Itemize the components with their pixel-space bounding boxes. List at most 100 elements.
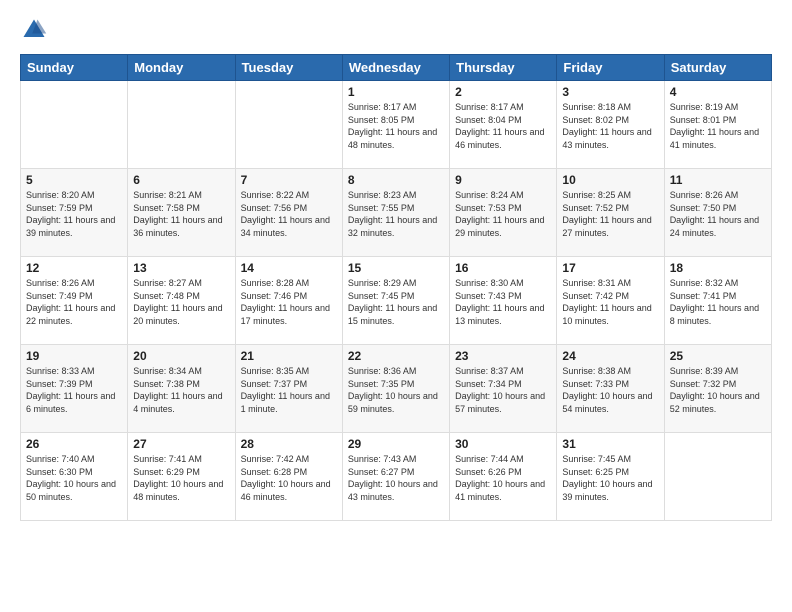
day-number: 8 [348, 173, 444, 187]
day-info: Sunrise: 7:45 AM Sunset: 6:25 PM Dayligh… [562, 453, 658, 503]
calendar-cell: 19 Sunrise: 8:33 AM Sunset: 7:39 PM Dayli… [21, 345, 128, 433]
weekday-header-tuesday: Tuesday [235, 55, 342, 81]
calendar-cell: 30 Sunrise: 7:44 AM Sunset: 6:26 PM Dayli… [450, 433, 557, 521]
calendar-cell: 11 Sunrise: 8:26 AM Sunset: 7:50 PM Dayli… [664, 169, 771, 257]
calendar-cell: 27 Sunrise: 7:41 AM Sunset: 6:29 PM Dayli… [128, 433, 235, 521]
week-row-1: 1 Sunrise: 8:17 AM Sunset: 8:05 PM Daylig… [21, 81, 772, 169]
day-info: Sunrise: 8:29 AM Sunset: 7:45 PM Dayligh… [348, 277, 444, 327]
day-number: 12 [26, 261, 122, 275]
calendar-cell: 17 Sunrise: 8:31 AM Sunset: 7:42 PM Dayli… [557, 257, 664, 345]
weekday-header-wednesday: Wednesday [342, 55, 449, 81]
day-info: Sunrise: 8:27 AM Sunset: 7:48 PM Dayligh… [133, 277, 229, 327]
day-number: 9 [455, 173, 551, 187]
calendar-cell: 2 Sunrise: 8:17 AM Sunset: 8:04 PM Daylig… [450, 81, 557, 169]
calendar-cell [128, 81, 235, 169]
day-info: Sunrise: 7:44 AM Sunset: 6:26 PM Dayligh… [455, 453, 551, 503]
day-number: 7 [241, 173, 337, 187]
day-number: 28 [241, 437, 337, 451]
day-info: Sunrise: 8:39 AM Sunset: 7:32 PM Dayligh… [670, 365, 766, 415]
weekday-header-saturday: Saturday [664, 55, 771, 81]
day-number: 29 [348, 437, 444, 451]
day-info: Sunrise: 8:20 AM Sunset: 7:59 PM Dayligh… [26, 189, 122, 239]
week-row-3: 12 Sunrise: 8:26 AM Sunset: 7:49 PM Dayli… [21, 257, 772, 345]
day-number: 15 [348, 261, 444, 275]
day-number: 3 [562, 85, 658, 99]
calendar-cell: 23 Sunrise: 8:37 AM Sunset: 7:34 PM Dayli… [450, 345, 557, 433]
day-number: 5 [26, 173, 122, 187]
day-number: 25 [670, 349, 766, 363]
day-info: Sunrise: 8:17 AM Sunset: 8:05 PM Dayligh… [348, 101, 444, 151]
week-row-2: 5 Sunrise: 8:20 AM Sunset: 7:59 PM Daylig… [21, 169, 772, 257]
calendar-cell: 21 Sunrise: 8:35 AM Sunset: 7:37 PM Dayli… [235, 345, 342, 433]
day-info: Sunrise: 8:33 AM Sunset: 7:39 PM Dayligh… [26, 365, 122, 415]
calendar-cell: 26 Sunrise: 7:40 AM Sunset: 6:30 PM Dayli… [21, 433, 128, 521]
weekday-header-friday: Friday [557, 55, 664, 81]
calendar-cell: 12 Sunrise: 8:26 AM Sunset: 7:49 PM Dayli… [21, 257, 128, 345]
day-number: 19 [26, 349, 122, 363]
calendar-cell: 22 Sunrise: 8:36 AM Sunset: 7:35 PM Dayli… [342, 345, 449, 433]
day-info: Sunrise: 8:28 AM Sunset: 7:46 PM Dayligh… [241, 277, 337, 327]
calendar-cell [21, 81, 128, 169]
day-info: Sunrise: 8:36 AM Sunset: 7:35 PM Dayligh… [348, 365, 444, 415]
day-number: 30 [455, 437, 551, 451]
calendar-cell: 4 Sunrise: 8:19 AM Sunset: 8:01 PM Daylig… [664, 81, 771, 169]
day-info: Sunrise: 7:42 AM Sunset: 6:28 PM Dayligh… [241, 453, 337, 503]
calendar-cell [664, 433, 771, 521]
calendar-cell: 28 Sunrise: 7:42 AM Sunset: 6:28 PM Dayli… [235, 433, 342, 521]
page: SundayMondayTuesdayWednesdayThursdayFrid… [0, 0, 792, 612]
day-number: 18 [670, 261, 766, 275]
calendar-cell: 16 Sunrise: 8:30 AM Sunset: 7:43 PM Dayli… [450, 257, 557, 345]
day-number: 23 [455, 349, 551, 363]
calendar-cell: 29Sunrise: 7:43 AM Sunset: 6:27 PM Dayli… [342, 433, 449, 521]
day-info: Sunrise: 8:30 AM Sunset: 7:43 PM Dayligh… [455, 277, 551, 327]
day-info: Sunrise: 8:21 AM Sunset: 7:58 PM Dayligh… [133, 189, 229, 239]
day-number: 27 [133, 437, 229, 451]
calendar-cell: 31 Sunrise: 7:45 AM Sunset: 6:25 PM Dayli… [557, 433, 664, 521]
day-number: 16 [455, 261, 551, 275]
week-row-5: 26 Sunrise: 7:40 AM Sunset: 6:30 PM Dayli… [21, 433, 772, 521]
day-number: 1 [348, 85, 444, 99]
day-number: 17 [562, 261, 658, 275]
day-number: 26 [26, 437, 122, 451]
calendar-cell: 3 Sunrise: 8:18 AM Sunset: 8:02 PM Daylig… [557, 81, 664, 169]
day-info: Sunrise: 8:26 AM Sunset: 7:50 PM Dayligh… [670, 189, 766, 239]
calendar-cell: 10Sunrise: 8:25 AM Sunset: 7:52 PM Dayli… [557, 169, 664, 257]
calendar-cell: 14 Sunrise: 8:28 AM Sunset: 7:46 PM Dayli… [235, 257, 342, 345]
day-info: Sunrise: 8:38 AM Sunset: 7:33 PM Dayligh… [562, 365, 658, 415]
day-info: Sunrise: 8:31 AM Sunset: 7:42 PM Dayligh… [562, 277, 658, 327]
day-number: 10 [562, 173, 658, 187]
calendar-cell: 24 Sunrise: 8:38 AM Sunset: 7:33 PM Dayli… [557, 345, 664, 433]
day-info: Sunrise: 8:35 AM Sunset: 7:37 PM Dayligh… [241, 365, 337, 415]
calendar-cell: 1 Sunrise: 8:17 AM Sunset: 8:05 PM Daylig… [342, 81, 449, 169]
day-number: 4 [670, 85, 766, 99]
day-number: 21 [241, 349, 337, 363]
day-info: Sunrise: 8:18 AM Sunset: 8:02 PM Dayligh… [562, 101, 658, 151]
day-info: Sunrise: 8:17 AM Sunset: 8:04 PM Dayligh… [455, 101, 551, 151]
day-info: Sunrise: 8:22 AM Sunset: 7:56 PM Dayligh… [241, 189, 337, 239]
calendar: SundayMondayTuesdayWednesdayThursdayFrid… [20, 54, 772, 521]
day-info: Sunrise: 7:41 AM Sunset: 6:29 PM Dayligh… [133, 453, 229, 503]
day-number: 13 [133, 261, 229, 275]
day-info: Sunrise: 8:34 AM Sunset: 7:38 PM Dayligh… [133, 365, 229, 415]
weekday-header-monday: Monday [128, 55, 235, 81]
day-info: Sunrise: 8:24 AM Sunset: 7:53 PM Dayligh… [455, 189, 551, 239]
day-number: 11 [670, 173, 766, 187]
calendar-cell: 15 Sunrise: 8:29 AM Sunset: 7:45 PM Dayli… [342, 257, 449, 345]
day-number: 31 [562, 437, 658, 451]
logo [20, 16, 52, 44]
calendar-cell: 13 Sunrise: 8:27 AM Sunset: 7:48 PM Dayli… [128, 257, 235, 345]
calendar-cell: 18Sunrise: 8:32 AM Sunset: 7:41 PM Dayli… [664, 257, 771, 345]
day-info: Sunrise: 8:19 AM Sunset: 8:01 PM Dayligh… [670, 101, 766, 151]
calendar-cell: 7 Sunrise: 8:22 AM Sunset: 7:56 PM Daylig… [235, 169, 342, 257]
day-number: 24 [562, 349, 658, 363]
header [20, 16, 772, 44]
day-number: 14 [241, 261, 337, 275]
calendar-cell: 9 Sunrise: 8:24 AM Sunset: 7:53 PM Daylig… [450, 169, 557, 257]
day-number: 2 [455, 85, 551, 99]
day-info: Sunrise: 8:26 AM Sunset: 7:49 PM Dayligh… [26, 277, 122, 327]
day-number: 22 [348, 349, 444, 363]
calendar-cell [235, 81, 342, 169]
day-info: Sunrise: 7:40 AM Sunset: 6:30 PM Dayligh… [26, 453, 122, 503]
day-info: Sunrise: 8:37 AM Sunset: 7:34 PM Dayligh… [455, 365, 551, 415]
calendar-cell: 5 Sunrise: 8:20 AM Sunset: 7:59 PM Daylig… [21, 169, 128, 257]
